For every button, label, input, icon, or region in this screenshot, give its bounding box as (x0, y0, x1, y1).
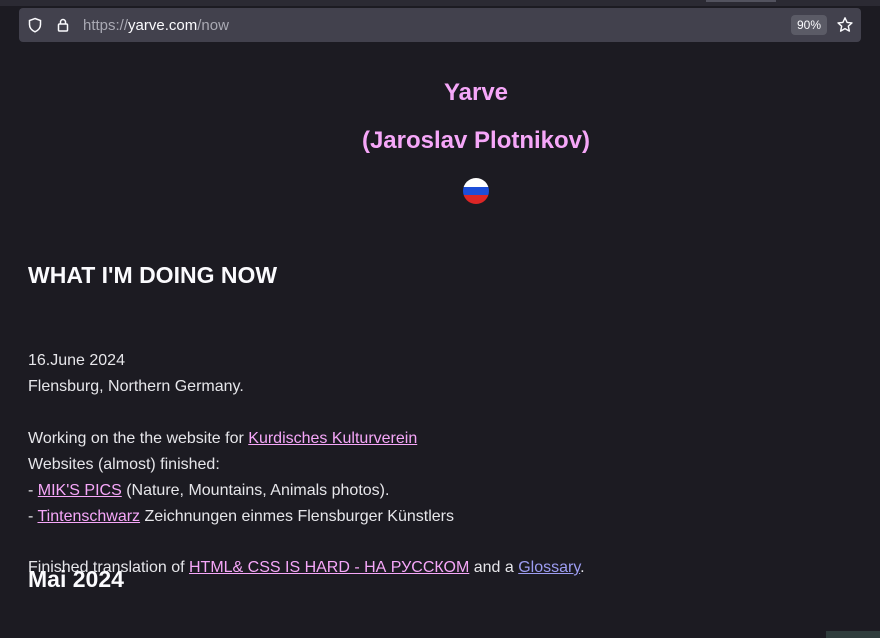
kurdisches-kulturverein-link[interactable]: Kurdisches Kulturverein (248, 430, 417, 447)
site-subtitle: (Jaroslav Plotnikov) (361, 127, 591, 154)
flag-stripe-blue (463, 186, 489, 196)
flag-stripe-white (463, 178, 489, 187)
translation-end: . (580, 559, 585, 576)
section-heading-mai-2024: Mai 2024 (28, 566, 124, 592)
page-content: Yarve (Jaroslav Plotnikov) WHAT I'M DOIN… (0, 48, 880, 638)
list-dash: - (28, 482, 38, 499)
working-prefix: Working on the the website for (28, 430, 249, 447)
now-section: 16.June 2024 Flensburg, Northern Germany… (28, 348, 848, 581)
working-line: Working on the the website for Kurdische… (28, 426, 848, 452)
lock-icon[interactable] (53, 15, 73, 35)
tab-edge[interactable] (706, 0, 776, 2)
update-location: Flensburg, Northern Germany. (28, 378, 244, 395)
translation-line: Finished translation of HTML& CSS IS HAR… (28, 555, 848, 581)
url-text[interactable]: https://yarve.com/now (83, 17, 791, 34)
corner-widget[interactable] (826, 631, 880, 638)
item-description: Zeichnungen einmes Flensburger Künstlers (140, 508, 454, 525)
miks-pics-link[interactable]: MIK'S PICS (38, 482, 122, 499)
bookmark-star-icon[interactable] (835, 15, 855, 35)
flag-stripe-red (463, 195, 489, 204)
page-heading: WHAT I'M DOING NOW (28, 262, 278, 288)
url-path: /now (197, 16, 229, 34)
list-item: - Tintenschwarz Zeichnungen einmes Flens… (28, 504, 848, 530)
site-title: Yarve (443, 79, 509, 106)
update-date: 16.June 2024 (28, 352, 125, 369)
url-host: yarve.com (128, 16, 198, 34)
shield-icon[interactable] (25, 15, 45, 35)
list-item: - MIK'S PICS (Nature, Mountains, Animals… (28, 478, 848, 504)
address-bar[interactable]: https://yarve.com/now 90% (19, 8, 861, 42)
url-protocol: https:// (83, 16, 129, 34)
html-css-is-hard-link[interactable]: HTML& CSS IS HARD - НА РУССКОМ (189, 559, 469, 576)
browser-tab-strip (0, 0, 880, 6)
zoom-level-badge[interactable]: 90% (790, 15, 827, 35)
finished-label: Websites (almost) finished: (28, 456, 220, 473)
russian-flag-icon (463, 178, 489, 204)
translation-mid: and a (469, 559, 519, 576)
item-description: (Nature, Mountains, Animals photos). (121, 482, 390, 499)
glossary-link[interactable]: Glossary (518, 559, 580, 576)
tintenschwarz-link[interactable]: Tintenschwarz (37, 508, 140, 525)
